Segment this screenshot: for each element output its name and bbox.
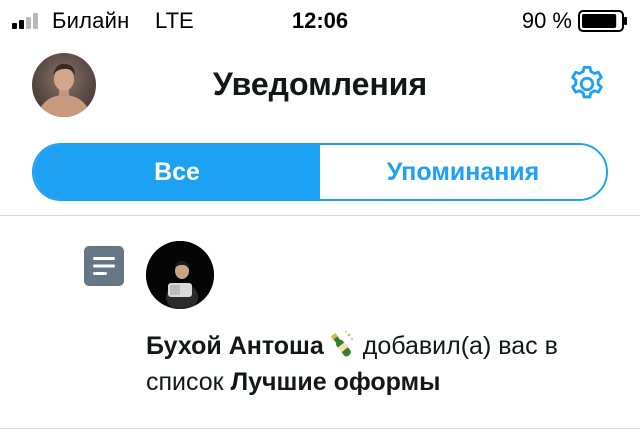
page-title: Уведомления	[212, 66, 428, 102]
tab-all[interactable]: Все	[34, 145, 320, 199]
notification-tabs: Все Упоминания	[32, 143, 608, 201]
gear-icon	[571, 65, 603, 99]
header: Уведомления	[0, 40, 640, 130]
battery-icon	[578, 10, 627, 32]
user-avatar[interactable]	[146, 241, 214, 309]
notification-item[interactable]: Бухой Антоша добавил(а) вас в список Луч…	[0, 216, 640, 428]
list-icon	[84, 246, 124, 286]
notification-user-name[interactable]: Бухой Антоша	[146, 332, 324, 360]
battery-percent: 90 %	[521, 8, 572, 33]
champagne-bottle-icon	[330, 331, 353, 357]
status-bar: Билайн LTE 12:06 90 %	[0, 0, 640, 40]
divider	[0, 428, 640, 429]
notification-list-name[interactable]: Лучшие оформы	[231, 368, 441, 396]
tab-mentions[interactable]: Упоминания	[320, 145, 606, 199]
notification-text: Бухой Антоша добавил(а) вас в список Луч…	[146, 328, 616, 400]
settings-button[interactable]	[564, 61, 610, 107]
